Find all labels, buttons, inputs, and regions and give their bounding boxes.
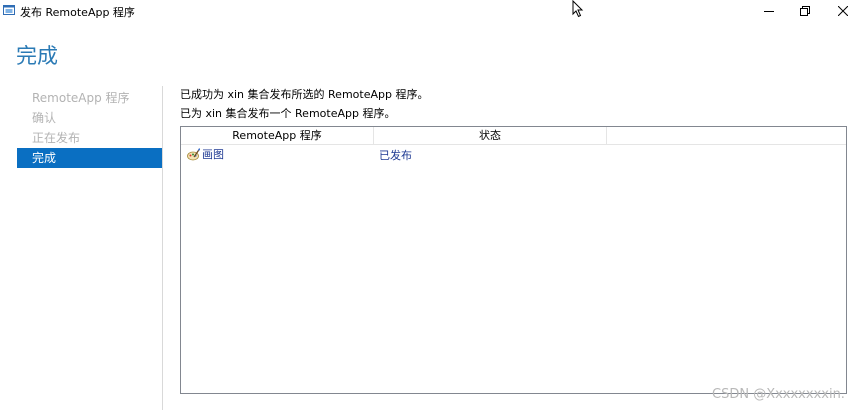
column-header-empty — [607, 127, 847, 144]
restore-button[interactable] — [788, 0, 822, 22]
nav-item-publishing: 正在发布 — [32, 131, 81, 145]
column-header-status[interactable]: 状态 — [374, 127, 607, 144]
column-header-program[interactable]: RemoteApp 程序 — [181, 127, 374, 144]
paint-icon — [187, 147, 200, 160]
close-icon — [838, 6, 848, 16]
close-button[interactable] — [826, 0, 860, 22]
nav-divider — [162, 86, 163, 410]
list-item[interactable]: 画图 已发布 — [181, 145, 846, 162]
minimize-icon — [764, 11, 774, 12]
minimize-button[interactable] — [752, 0, 786, 22]
program-name-cell: 画图 — [187, 146, 224, 162]
page-title: 完成 — [16, 44, 58, 68]
program-status: 已发布 — [379, 149, 412, 162]
nav-item-complete[interactable]: 完成 — [17, 148, 162, 168]
nav-item-confirm: 确认 — [32, 111, 57, 125]
list-header: RemoteApp 程序 状态 — [181, 127, 846, 145]
restore-icon — [800, 6, 810, 16]
watermark-text: CSDN @Xxxxxxxxin. — [712, 387, 845, 402]
program-name: 画图 — [202, 148, 224, 161]
published-programs-list[interactable]: RemoteApp 程序 状态 画图 已发布 — [180, 126, 847, 394]
wizard-nav: RemoteApp 程序 确认 正在发布 完成 — [17, 88, 162, 168]
success-message: 已成功为 xin 集合发布所选的 RemoteApp 程序。 — [180, 88, 429, 101]
nav-item-remoteapp: RemoteApp 程序 — [32, 91, 130, 105]
remoteapp-app-icon — [3, 5, 15, 15]
summary-message: 已为 xin 集合发布一个 RemoteApp 程序。 — [180, 107, 396, 120]
title-bar: 发布 RemoteApp 程序 — [0, 0, 865, 22]
mouse-cursor-icon — [572, 0, 584, 18]
window-title: 发布 RemoteApp 程序 — [20, 6, 135, 19]
